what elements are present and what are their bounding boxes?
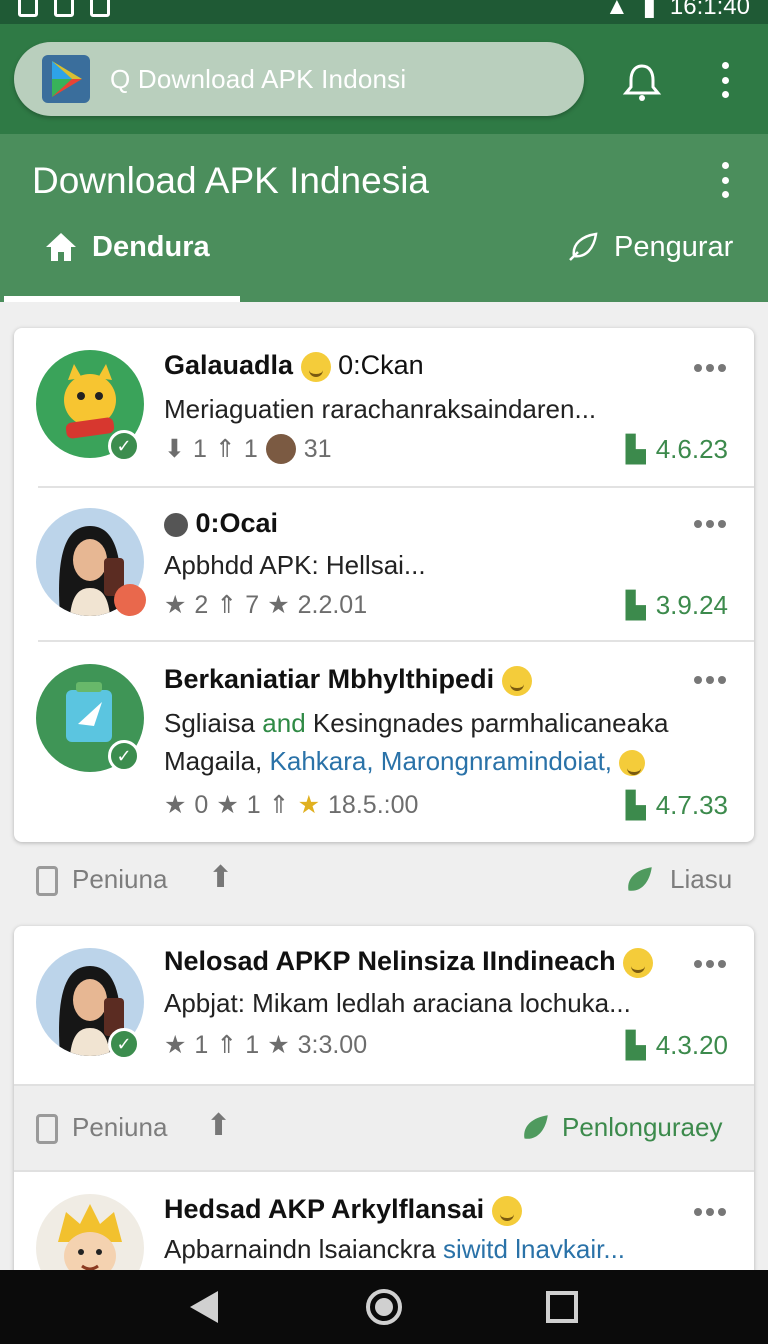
battery-icon: ▮: [642, 0, 656, 21]
page-title: Download APK Indnesia: [32, 160, 429, 201]
leaf-tag-icon: [520, 1115, 548, 1143]
app-list-card: ✓ Galauadla 0:Ckan Meriaguatien rarachan…: [14, 328, 754, 842]
leaf-tag-icon: [624, 867, 652, 895]
item-more-icon[interactable]: [694, 1208, 726, 1216]
item-more-icon[interactable]: [694, 520, 726, 528]
header: Download APK Indnesia Dendura Pengurar: [0, 134, 768, 302]
item-more-icon[interactable]: [694, 960, 726, 968]
play-store-logo-icon: [42, 55, 90, 103]
action-label-right[interactable]: Liasu: [670, 864, 732, 895]
upload-icon: ⇑: [214, 435, 236, 463]
phone-icon[interactable]: [36, 1114, 58, 1144]
chart-icon: ▙: [625, 1030, 646, 1060]
notification-icon: [18, 0, 38, 17]
app-description: Meriaguatien rarachanraksaindaren...: [164, 394, 597, 424]
app-name: Berkaniatiar Mbhylthipedi: [164, 664, 532, 696]
back-icon[interactable]: [188, 1289, 222, 1325]
app-description: Sgliaisa and Kesingnades parmhalicaneaka: [164, 708, 669, 738]
star-icon: ★: [164, 791, 187, 819]
verified-check-icon: ✓: [108, 740, 140, 772]
smile-emoji-icon: [501, 665, 532, 696]
item-more-icon[interactable]: [694, 364, 726, 372]
chart-icon: ▙: [625, 790, 646, 820]
tab-label: Dendura: [92, 230, 210, 263]
star-icon: ★: [216, 791, 239, 819]
mail-icon: [54, 0, 74, 17]
gold-star-icon: ★: [297, 791, 321, 819]
notification-icons: [18, 0, 110, 17]
app-meta: ★ 0 ★ 1 ⇑ ★ 18.5.:00: [164, 790, 419, 820]
app-meta: ★ 2 ⇑ 7 ★ 2.2.01: [164, 590, 368, 620]
tab-label: Pengurar: [614, 230, 734, 263]
list-item[interactable]: ✓ Berkaniatiar Mbhylthipedi Sgliaisa and…: [14, 642, 754, 842]
tab-dendura[interactable]: Dendura: [44, 230, 210, 264]
action-row: Peniuna ⬆ Liasu: [14, 842, 754, 920]
n-app-icon: [90, 0, 110, 17]
overflow-menu-icon[interactable]: [719, 62, 731, 98]
status-time: 16:1:40: [669, 0, 750, 20]
upload-icon: ⇑: [216, 1031, 238, 1059]
header-menu-icon[interactable]: [719, 162, 731, 198]
download-icon: ⬇: [164, 435, 185, 463]
search-input[interactable]: Q Download APK Indonsi: [110, 64, 406, 95]
signal-icon: ▲: [604, 0, 629, 20]
search-bar[interactable]: Q Download APK Indonsi: [14, 42, 584, 116]
smile-emoji-icon: [623, 947, 654, 978]
app-rating: ▙ 4.3.20: [625, 1030, 728, 1060]
tab-pengurar[interactable]: Pengurar: [566, 230, 733, 264]
upload-icon: ⇑: [268, 791, 290, 819]
phone-icon[interactable]: [36, 866, 58, 896]
app-bar: Q Download APK Indonsi: [0, 24, 768, 134]
notifications-bell-icon[interactable]: [620, 60, 664, 104]
app-description: Apbarnaindn lsaianckra siwitd lnavkair..…: [164, 1234, 626, 1264]
app-description: Apbhdd APK: Hellsai...: [164, 550, 426, 580]
tag-links[interactable]: Kahkara, Marongnramindoiat,: [270, 746, 613, 776]
info-icon: [164, 512, 188, 537]
list-item[interactable]: ✓ Galauadla 0:Ckan Meriaguatien rarachan…: [14, 328, 754, 486]
app-description-line2: Magaila, Kahkara, Marongnramindoiat,: [164, 746, 646, 777]
action-label-left[interactable]: Peniuna: [72, 1112, 167, 1143]
app-meta: ⬇ 1 ⇑ 1 31: [164, 434, 332, 464]
recents-icon[interactable]: [545, 1290, 579, 1324]
arrow-up-icon[interactable]: ⬆: [206, 1108, 231, 1143]
home-button-icon[interactable]: [364, 1287, 404, 1327]
app-description: Apbjat: Mikam ledlah araciana lochuka...: [164, 988, 631, 1018]
action-row: Peniuna ⬆ Penlonguraey: [14, 1084, 754, 1172]
smile-emoji-icon: [619, 750, 646, 777]
star-icon: ★: [267, 1031, 290, 1059]
chart-icon: ▙: [625, 590, 646, 620]
star-icon: ★: [164, 1031, 187, 1059]
app-name: Nelosad APKP Nelinsiza IIndineach: [164, 946, 654, 978]
list-item[interactable]: ✓ Nelosad APKP Nelinsiza IIndineach Apbj…: [14, 926, 754, 1084]
action-label-right[interactable]: Penlonguraey: [562, 1112, 722, 1143]
item-more-icon[interactable]: [694, 676, 726, 684]
orange-badge-icon: [114, 584, 146, 616]
arrow-up-icon[interactable]: ⬆: [208, 860, 233, 895]
app-name: Hedsad AKP Arkylflansai: [164, 1194, 522, 1226]
app-meta: ★ 1 ⇑ 1 ★ 3:3.00: [164, 1030, 368, 1060]
star-icon: ★: [164, 591, 187, 619]
system-nav-bar: [0, 1270, 768, 1344]
tab-indicator: [4, 296, 240, 302]
app-rating: ▙ 3.9.24: [625, 590, 728, 620]
system-icons: ▲ ▮ 16:1:40: [605, 0, 750, 22]
status-bar: ▲ ▮ 16:1:40: [0, 0, 768, 24]
upload-icon: ⇑: [216, 591, 238, 619]
app-rating: ▙ 4.6.23: [625, 434, 728, 464]
app-name: Galauadla 0:Ckan: [164, 350, 424, 382]
smile-emoji-icon: [300, 351, 331, 382]
leaf-tag-icon: [569, 232, 598, 261]
home-icon: [46, 233, 76, 261]
star-icon: ★: [267, 591, 290, 619]
chart-icon: ▙: [625, 434, 646, 464]
user-avatar-icon: [265, 434, 296, 464]
app-name: 0:Ocai: [164, 508, 278, 539]
action-label-left[interactable]: Peniuna: [72, 864, 167, 895]
smile-emoji-icon: [491, 1195, 522, 1226]
verified-check-icon: ✓: [108, 1028, 140, 1060]
list-item[interactable]: 0:Ocai Apbhdd APK: Hellsai... ★ 2 ⇑ 7 ★ …: [14, 488, 754, 640]
app-rating: ▙ 4.7.33: [625, 790, 728, 820]
app-list-card: ✓ Nelosad APKP Nelinsiza IIndineach Apbj…: [14, 926, 754, 1302]
verified-check-icon: ✓: [108, 430, 140, 462]
